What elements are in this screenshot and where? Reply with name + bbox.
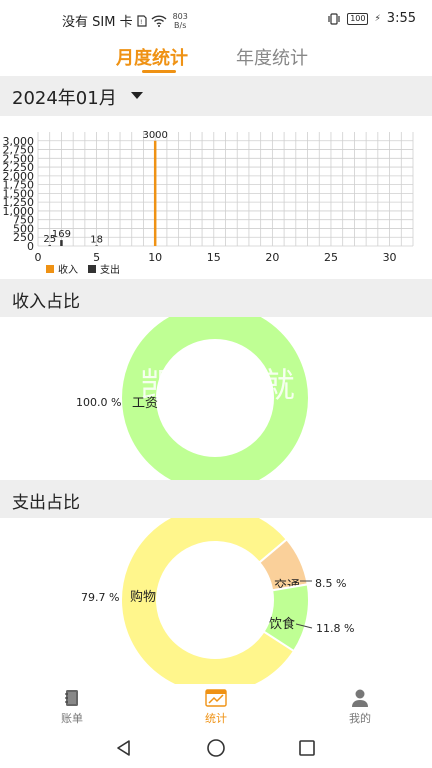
legend-income-label: 收入 — [58, 265, 78, 276]
x-tick-label: 15 — [207, 251, 221, 261]
slice-category-label: 购物 — [130, 589, 156, 605]
tab-indicator — [142, 70, 176, 73]
recents-icon[interactable] — [297, 738, 317, 758]
month-selector[interactable]: 2024年01月 — [0, 76, 432, 116]
bar-value-label: 3000 — [142, 130, 167, 141]
income-bar — [153, 140, 157, 246]
nav-stats-label: 统计 — [205, 712, 227, 725]
expense-section-title: 支出占比 — [12, 493, 80, 513]
status-bar: 没有 SIM 卡 ! 803 B/s 100 ⚡ 3:55 — [0, 0, 432, 40]
expense-section-header: 支出占比 — [0, 480, 432, 518]
system-nav — [0, 728, 432, 768]
chart-legend: 收入 支出 — [46, 261, 120, 276]
legend-income: 收入 — [46, 261, 78, 276]
carrier-text: 没有 SIM 卡 — [62, 15, 133, 30]
vibrate-icon — [327, 12, 341, 25]
caret-down-icon — [131, 92, 143, 99]
nav-mine-label: 我的 — [349, 712, 371, 725]
expense-pie-chart: 购物79.7 %交通 8.5 %饮食 11.8 % — [81, 518, 354, 684]
daily-bar-chart: 02505007501,0001,2501,5001,7502,0002,250… — [3, 130, 414, 261]
watermark: 凯时 立就 — [140, 366, 297, 406]
nav-stats[interactable]: 统计 — [186, 688, 246, 726]
expense-bar — [60, 240, 63, 246]
notebook-icon — [65, 690, 78, 706]
legend-expense: 支出 — [88, 261, 120, 276]
x-tick-label: 5 — [93, 251, 100, 261]
legend-expense-label: 支出 — [100, 265, 120, 276]
x-tick-label: 0 — [35, 251, 42, 261]
legend-income-swatch — [46, 264, 54, 273]
x-tick-label: 30 — [383, 251, 397, 261]
battery-icon: 100 — [347, 12, 369, 25]
user-icon — [352, 689, 368, 707]
nav-mine[interactable]: 我的 — [330, 688, 390, 726]
slice-percent-label: 100.0 % — [76, 396, 121, 409]
sim-icon: ! — [136, 14, 147, 27]
expense-bar — [95, 245, 98, 246]
bar-value-label: 18 — [90, 234, 103, 245]
net-speed-unit: B/s — [174, 20, 187, 30]
charging-icon: ⚡ — [374, 13, 381, 24]
chart-icon — [205, 689, 227, 707]
slice-percent-label: 8.5 % — [315, 577, 346, 590]
x-tick-label: 20 — [265, 251, 279, 261]
wifi-icon — [151, 14, 167, 27]
slice-percent-label: 11.8 % — [316, 622, 354, 635]
clock: 3:55 — [386, 11, 416, 26]
net-speed: 803 B/s — [173, 12, 188, 30]
status-left: 没有 SIM 卡 ! 803 B/s — [62, 11, 188, 31]
slice-category-label: 饮食 — [269, 616, 295, 632]
back-icon[interactable] — [114, 738, 134, 758]
nav-bills[interactable]: 账单 — [42, 688, 102, 726]
income-section-title: 收入占比 — [12, 292, 80, 312]
y-tick-label: 3,000 — [3, 135, 35, 148]
stats-tabs: 月度统计 年度统计 — [0, 40, 432, 76]
status-right: 100 ⚡ 3:55 — [327, 11, 416, 26]
svg-text:!: ! — [140, 19, 142, 26]
month-label: 2024年01月 — [12, 88, 117, 109]
x-tick-label: 25 — [324, 251, 338, 261]
net-speed-value: 803 — [172, 11, 188, 21]
x-tick-label: 10 — [148, 251, 162, 261]
bottom-nav: 账单 统计 我的 — [0, 684, 432, 728]
income-section-header: 收入占比 — [0, 279, 432, 317]
home-icon[interactable] — [205, 738, 227, 758]
tab-monthly[interactable]: 月度统计 — [116, 44, 188, 70]
expense-bar — [48, 245, 51, 246]
slice-percent-label: 79.7 % — [81, 591, 119, 604]
legend-expense-swatch — [88, 264, 96, 273]
tab-yearly[interactable]: 年度统计 — [236, 44, 308, 70]
nav-bills-label: 账单 — [61, 712, 83, 725]
bar-value-label: 169 — [52, 229, 71, 240]
